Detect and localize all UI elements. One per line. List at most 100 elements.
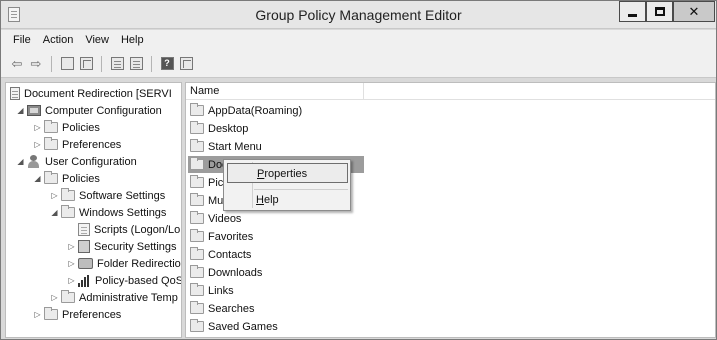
security-icon bbox=[78, 240, 90, 253]
tree-item-label: Policies bbox=[62, 172, 100, 185]
expanded-arrow-icon[interactable]: ◢ bbox=[33, 174, 42, 183]
list-item[interactable]: Videos bbox=[188, 210, 241, 227]
list-item[interactable]: AppData(Roaming) bbox=[188, 102, 302, 119]
context-menu-properties[interactable]: Properties bbox=[227, 163, 348, 183]
collapsed-arrow-icon[interactable]: ▷ bbox=[33, 140, 42, 149]
tree-item-root[interactable]: Document Redirection [SERVI bbox=[10, 85, 172, 102]
folder-icon bbox=[190, 247, 204, 260]
tree-item-label: User Configuration bbox=[45, 155, 137, 168]
menu-view[interactable]: View bbox=[79, 34, 115, 46]
list-item-label: Desktop bbox=[208, 122, 249, 135]
back-arrow-icon[interactable]: ⇦ bbox=[9, 56, 25, 72]
properties-icon[interactable] bbox=[128, 56, 144, 72]
bar-chart-icon bbox=[78, 274, 91, 287]
context-menu: Properties Help bbox=[223, 159, 351, 211]
collapsed-arrow-icon[interactable]: ▷ bbox=[67, 276, 76, 285]
tree-item-label: Administrative Temp bbox=[79, 291, 178, 304]
close-icon: ✕ bbox=[688, 4, 700, 19]
tree-item-preferences[interactable]: ▷ Preferences bbox=[33, 136, 121, 153]
export-list-icon[interactable] bbox=[109, 56, 125, 72]
tree-item-policy-based-qos[interactable]: ▷ Policy-based QoS bbox=[67, 272, 181, 289]
folder-icon bbox=[190, 211, 204, 224]
list-item[interactable]: Pict bbox=[188, 174, 226, 191]
toolbar-separator bbox=[151, 55, 152, 72]
title-bar[interactable]: Group Policy Management Editor ✕ bbox=[1, 1, 716, 29]
tree-item-security-settings[interactable]: ▷ Security Settings bbox=[67, 238, 177, 255]
collapsed-arrow-icon[interactable]: ▷ bbox=[50, 191, 59, 200]
tree-item-user-policies[interactable]: ◢ Policies bbox=[33, 170, 100, 187]
list-item[interactable]: Searches bbox=[188, 300, 254, 317]
folder-icon bbox=[44, 307, 58, 320]
tree-item-user-configuration[interactable]: ◢ User Configuration bbox=[16, 153, 137, 170]
column-divider bbox=[365, 83, 366, 100]
list-item-label: Favorites bbox=[208, 230, 254, 243]
minimize-button[interactable] bbox=[619, 1, 646, 22]
expanded-arrow-icon[interactable]: ◢ bbox=[50, 208, 59, 217]
minimize-icon bbox=[628, 13, 637, 17]
tree-item-administrative-templates[interactable]: ▷ Administrative Temp bbox=[50, 289, 178, 306]
context-menu-help[interactable]: Help bbox=[227, 190, 348, 210]
folder-icon bbox=[190, 139, 204, 152]
collapsed-arrow-icon[interactable]: ▷ bbox=[33, 310, 42, 319]
folder-icon bbox=[61, 205, 75, 218]
folder-icon bbox=[190, 103, 204, 116]
collapsed-arrow-icon[interactable]: ▷ bbox=[67, 259, 76, 268]
list-item-label: Contacts bbox=[208, 248, 252, 261]
folder-icon bbox=[190, 283, 204, 296]
up-folder-icon[interactable] bbox=[59, 56, 75, 72]
folder-icon bbox=[61, 188, 75, 201]
forward-arrow-icon[interactable]: ⇨ bbox=[28, 56, 44, 72]
collapsed-arrow-icon[interactable]: ▷ bbox=[50, 293, 59, 302]
tree-item-label: Security Settings bbox=[94, 240, 177, 253]
console-tree[interactable]: Document Redirection [SERVI ◢ Computer C… bbox=[5, 82, 182, 338]
folder-icon bbox=[44, 120, 58, 133]
tree-item-label: Preferences bbox=[62, 308, 122, 321]
tree-item-windows-settings[interactable]: ◢ Windows Settings bbox=[50, 204, 166, 221]
tree-item-software-settings[interactable]: ▷ Software Settings bbox=[50, 187, 165, 204]
list-item[interactable]: Mu bbox=[188, 192, 223, 209]
folder-icon bbox=[190, 193, 204, 206]
close-button[interactable]: ✕ bbox=[673, 1, 715, 22]
collapsed-arrow-icon[interactable]: ▷ bbox=[33, 123, 42, 132]
maximize-icon bbox=[654, 7, 665, 16]
expanded-arrow-icon[interactable]: ◢ bbox=[16, 157, 25, 166]
list-item-label: Videos bbox=[208, 212, 242, 225]
list-item-label: Links bbox=[208, 284, 234, 297]
menu-file[interactable]: File bbox=[7, 34, 37, 46]
tree-item-user-preferences[interactable]: ▷ Preferences bbox=[33, 306, 121, 323]
column-header-name[interactable]: Name bbox=[186, 83, 364, 100]
tree-item-label: Windows Settings bbox=[79, 206, 167, 219]
list-item[interactable]: Start Menu bbox=[188, 138, 262, 155]
collapsed-arrow-icon[interactable]: ▷ bbox=[67, 242, 76, 251]
folder-icon bbox=[44, 137, 58, 150]
tree-item-policies[interactable]: ▷ Policies bbox=[33, 119, 100, 136]
tree-item-folder-redirection[interactable]: ▷ Folder Redirectio bbox=[67, 255, 180, 272]
show-hide-tree-icon[interactable] bbox=[78, 56, 94, 72]
group-policy-editor-window: Group Policy Management Editor ✕ File Ac… bbox=[0, 0, 717, 340]
tree-item-label: Software Settings bbox=[79, 189, 166, 202]
menu-help[interactable]: Help bbox=[115, 34, 150, 46]
menu-action[interactable]: Action bbox=[37, 34, 80, 46]
list-item[interactable]: Links bbox=[188, 282, 234, 299]
list-item-label: Searches bbox=[208, 302, 255, 315]
list-item-label: Start Menu bbox=[208, 140, 262, 153]
folder-icon bbox=[190, 301, 204, 314]
tree-item-computer-configuration[interactable]: ◢ Computer Configuration bbox=[16, 102, 161, 119]
tree-item-scripts[interactable]: Scripts (Logon/Lo bbox=[78, 221, 180, 238]
help-icon[interactable]: ? bbox=[159, 56, 175, 72]
list-item-label: Saved Games bbox=[208, 320, 278, 333]
folder-icon bbox=[190, 121, 204, 134]
list-item-label: Downloads bbox=[208, 266, 263, 279]
list-item[interactable]: Downloads bbox=[188, 264, 262, 281]
list-item[interactable]: Favorites bbox=[188, 228, 253, 245]
toolbar-separator bbox=[101, 55, 102, 72]
list-item[interactable]: Saved Games bbox=[188, 318, 278, 335]
maximize-button[interactable] bbox=[646, 1, 673, 22]
list-item[interactable]: Contacts bbox=[188, 246, 251, 263]
window-title: Group Policy Management Editor bbox=[255, 7, 462, 23]
list-item[interactable]: Desktop bbox=[188, 120, 248, 137]
expanded-arrow-icon[interactable]: ◢ bbox=[16, 106, 25, 115]
view-pane-icon[interactable] bbox=[178, 56, 194, 72]
folder-icon bbox=[190, 175, 204, 188]
toolbar: ⇦ ⇨ ? bbox=[1, 50, 716, 78]
